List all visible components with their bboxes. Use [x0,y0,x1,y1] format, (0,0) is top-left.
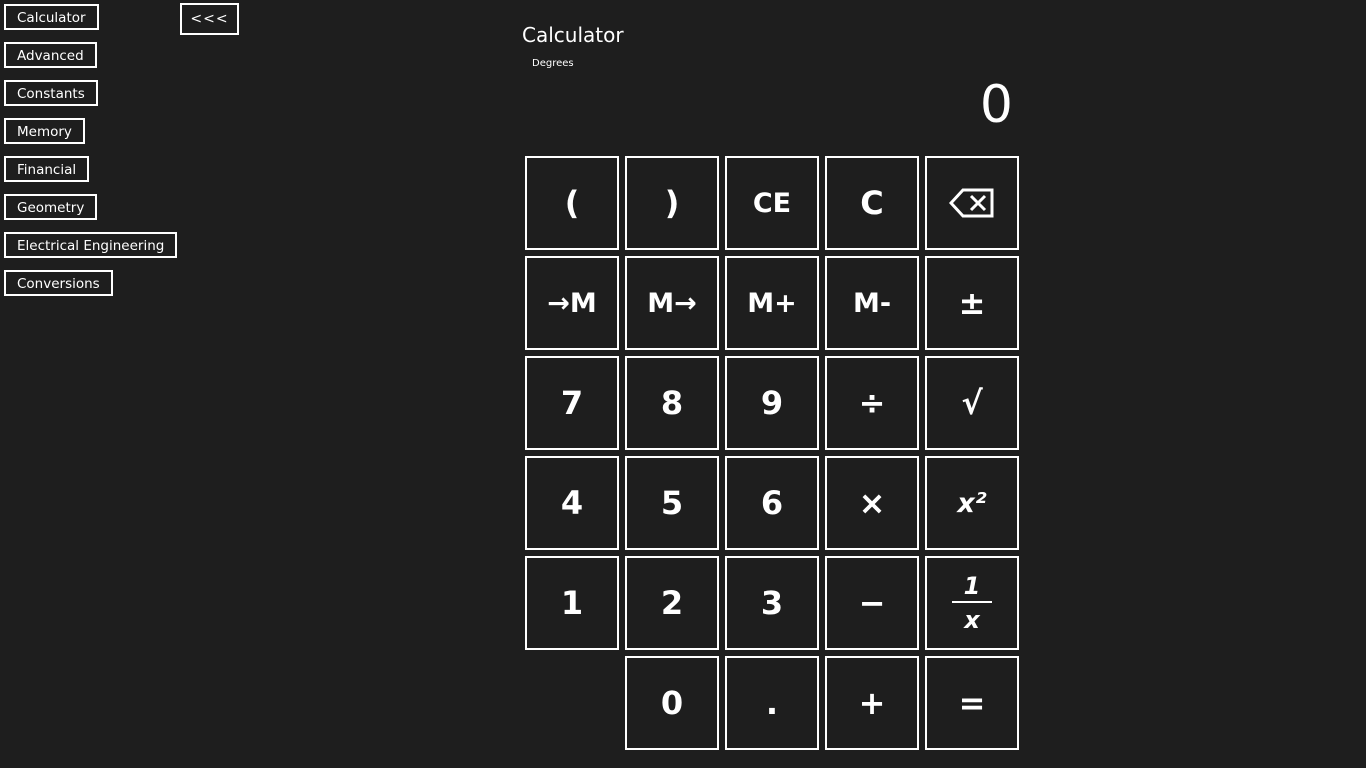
digit-4-button[interactable]: 4 [525,456,619,550]
multiply-button[interactable]: × [825,456,919,550]
backspace-button[interactable] [925,156,1019,250]
memory-add-button[interactable]: M+ [725,256,819,350]
backspace-icon [949,188,994,218]
reciprocal-denominator: x [964,606,980,634]
divide-button[interactable]: ÷ [825,356,919,450]
calculator-display: 0 [979,75,1013,135]
nav-calculator-button[interactable]: Calculator [4,4,99,30]
digit-2-button[interactable]: 2 [625,556,719,650]
nav-electrical-engineering-button[interactable]: Electrical Engineering [4,232,178,258]
digit-3-button[interactable]: 3 [725,556,819,650]
clear-button[interactable]: C [825,156,919,250]
equals-button[interactable]: = [925,656,1019,750]
clear-entry-button[interactable]: CE [725,156,819,250]
reciprocal-numerator: 1 [963,572,981,600]
digit-7-button[interactable]: 7 [525,356,619,450]
nav-memory-button[interactable]: Memory [4,118,85,144]
nav-conversions-button[interactable]: Conversions [4,270,113,296]
fraction-bar [952,601,992,603]
memory-store-button[interactable]: →M [525,256,619,350]
decimal-point-button[interactable]: . [725,656,819,750]
digit-6-button[interactable]: 6 [725,456,819,550]
page-title: Calculator [522,23,624,47]
subtract-button[interactable]: − [825,556,919,650]
digit-5-button[interactable]: 5 [625,456,719,550]
square-root-button[interactable]: √ [925,356,1019,450]
angle-mode-toggle[interactable]: Degrees [532,58,574,69]
reciprocal-button[interactable]: 1 x [925,556,1019,650]
collapse-sidebar-button[interactable]: <<< [180,3,239,35]
reciprocal-fraction: 1 x [952,573,992,633]
add-button[interactable]: + [825,656,919,750]
digit-8-button[interactable]: 8 [625,356,719,450]
square-button[interactable]: x² [925,456,1019,550]
close-paren-button[interactable]: ) [625,156,719,250]
memory-subtract-button[interactable]: M- [825,256,919,350]
nav-constants-button[interactable]: Constants [4,80,98,106]
open-paren-button[interactable]: ( [525,156,619,250]
digit-1-button[interactable]: 1 [525,556,619,650]
digit-0-button[interactable]: 0 [625,656,719,750]
memory-recall-button[interactable]: M→ [625,256,719,350]
plus-minus-button[interactable]: ± [925,256,1019,350]
digit-9-button[interactable]: 9 [725,356,819,450]
nav-advanced-button[interactable]: Advanced [4,42,97,68]
nav-financial-button[interactable]: Financial [4,156,90,182]
nav-geometry-button[interactable]: Geometry [4,194,98,220]
